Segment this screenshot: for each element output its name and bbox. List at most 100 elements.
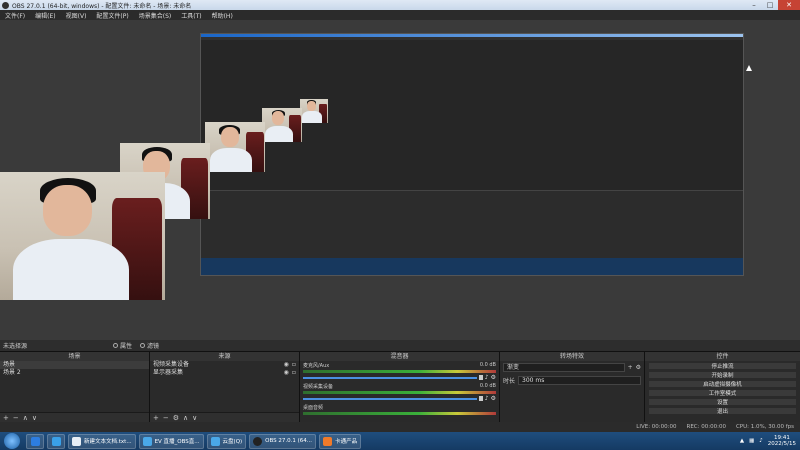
eye-icon[interactable]: ◉: [284, 370, 289, 376]
maximize-icon[interactable]: □: [762, 0, 778, 10]
network-icon[interactable]: ▦: [749, 438, 754, 444]
taskbar-item[interactable]: OBS 27.0.1 (64...: [249, 433, 317, 449]
studio-mode-button[interactable]: 工作室模式: [648, 389, 797, 397]
duration-input[interactable]: 300 ms: [518, 376, 641, 385]
window-title: OBS 27.0.1 (64-bit, windows) - 配置文件: 未命名…: [12, 2, 192, 10]
move-up-icon[interactable]: ∧: [183, 414, 188, 422]
menu-scene-collection[interactable]: 场景集合(S): [134, 11, 177, 20]
remove-icon[interactable]: −: [13, 414, 19, 422]
rec-timer: REC: 00:00:00: [686, 424, 726, 430]
scenes-dock-title: 场景: [0, 352, 149, 361]
mixer-track: 视频采集设备 0.0 dB ♪ ⚙: [303, 383, 496, 402]
speaker-icon[interactable]: ♪: [485, 395, 489, 402]
taskbar-pinned-app[interactable]: [47, 433, 65, 449]
move-down-icon[interactable]: ∨: [192, 414, 197, 422]
slider-handle[interactable]: [478, 375, 483, 380]
source-toolbar: 未选择源 属性 滤镜: [0, 340, 800, 352]
lock-icon[interactable]: ▫: [292, 362, 296, 368]
mouse-cursor-icon: [746, 65, 752, 71]
window-controls: – □ ✕: [746, 0, 800, 10]
filters-button[interactable]: 滤镜: [140, 341, 159, 350]
transitions-dock: 转场特效 渐变 + ⚙ 时长 300 ms: [500, 352, 645, 422]
move-up-icon[interactable]: ∧: [23, 414, 28, 422]
scene-item[interactable]: 场景: [0, 361, 149, 369]
exit-button[interactable]: 退出: [648, 407, 797, 415]
menu-edit[interactable]: 编辑(E): [30, 11, 60, 20]
close-icon[interactable]: ✕: [778, 0, 800, 10]
preview-canvas[interactable]: [0, 20, 800, 340]
tray-arrow-icon[interactable]: ▲: [740, 438, 744, 444]
start-button[interactable]: [4, 433, 20, 449]
menu-profile[interactable]: 配置文件(P): [91, 11, 133, 20]
menu-tools[interactable]: 工具(T): [176, 11, 206, 20]
volume-meter: [303, 412, 496, 415]
taskbar-item[interactable]: 新建文本文档.txt...: [68, 433, 136, 449]
taskbar-item[interactable]: EV 直播_OBS直...: [138, 433, 204, 449]
source-item[interactable]: 显示器采集 ◉ ▫: [150, 369, 299, 377]
volume-icon[interactable]: ♪: [759, 438, 763, 444]
add-icon[interactable]: +: [628, 364, 633, 371]
webcam-person: [0, 172, 165, 300]
menu-file[interactable]: 文件(F): [0, 11, 30, 20]
controls-dock: 控件 停止推流 开始录制 启动虚拟摄像机 工作室模式 设置 退出: [645, 352, 800, 422]
volume-meter: [303, 391, 496, 394]
gear-icon[interactable]: ⚙: [491, 395, 496, 402]
cloud-icon: [210, 436, 220, 446]
controls-dock-title: 控件: [645, 352, 800, 361]
gear-icon[interactable]: ⚙: [173, 414, 179, 422]
source-item[interactable]: 视频采集设备 ◉ ▫: [150, 361, 299, 369]
add-icon[interactable]: +: [153, 414, 159, 422]
scenes-dock: 场景 场景 场景 2 + − ∧ ∨: [0, 352, 150, 422]
menu-bar: 文件(F) 编辑(E) 视图(V) 配置文件(P) 场景集合(S) 工具(T) …: [0, 10, 800, 20]
menu-view[interactable]: 视图(V): [61, 11, 92, 20]
mixer-dock-title: 混音器: [300, 352, 499, 361]
duration-label: 时长: [503, 378, 516, 385]
volume-meter: [303, 370, 496, 373]
transition-select[interactable]: 渐变: [503, 363, 625, 372]
no-source-label: 未选择源: [3, 343, 28, 350]
lock-icon[interactable]: ▫: [292, 370, 296, 376]
notepad-icon: [72, 436, 81, 446]
eye-icon[interactable]: ◉: [284, 362, 289, 368]
status-bar: LIVE: 00:00:00 REC: 00:00:00 CPU: 1.0%, …: [0, 422, 800, 432]
move-down-icon[interactable]: ∨: [32, 414, 37, 422]
gear-icon[interactable]: ⚙: [636, 364, 641, 371]
properties-button[interactable]: 属性: [113, 341, 132, 350]
taskbar-pinned-app[interactable]: [26, 433, 44, 449]
speaker-icon[interactable]: ♪: [485, 374, 489, 381]
live-timer: LIVE: 00:00:00: [636, 424, 677, 430]
mixer-track: 桌面音频: [300, 403, 499, 416]
settings-button[interactable]: 设置: [648, 398, 797, 406]
product-icon: [323, 436, 333, 446]
add-icon[interactable]: +: [3, 414, 9, 422]
obs-icon: [253, 436, 263, 446]
clock[interactable]: 19:41 2022/5/15: [768, 435, 796, 447]
taskbar-item[interactable]: 卡通产品: [319, 433, 362, 449]
volume-slider[interactable]: [303, 397, 477, 400]
scenes-toolbar: + − ∧ ∨: [0, 412, 149, 422]
gear-icon[interactable]: ⚙: [491, 374, 496, 381]
menu-help[interactable]: 帮助(H): [207, 11, 238, 20]
remove-icon[interactable]: −: [163, 414, 169, 422]
filter-icon: [140, 343, 146, 348]
gear-icon: [113, 343, 118, 348]
mixer-dock: 混音器 麦克风/Aux 0.0 dB ♪ ⚙ 视频采集设备 0.0 dB ♪ ⚙ 桌面音…: [300, 352, 500, 422]
mixer-track: 麦克风/Aux 0.0 dB ♪ ⚙: [303, 362, 496, 381]
start-recording-button[interactable]: 开始录制: [648, 371, 797, 379]
virtual-camera-button[interactable]: 启动虚拟摄像机: [648, 380, 797, 388]
minimize-icon[interactable]: –: [746, 0, 762, 10]
stop-streaming-button[interactable]: 停止推流: [648, 362, 797, 370]
obs-app-icon: [2, 1, 9, 9]
cloud-icon: [142, 436, 152, 446]
slider-handle[interactable]: [478, 396, 483, 401]
sources-toolbar: + − ⚙ ∧ ∨: [150, 412, 299, 422]
webcam-person: [300, 99, 328, 123]
volume-slider[interactable]: [303, 376, 477, 379]
sources-dock-title: 来源: [150, 352, 299, 361]
sources-dock: 来源 视频采集设备 ◉ ▫ 显示器采集 ◉ ▫ + − ⚙ ∧ ∨: [150, 352, 300, 422]
scene-item[interactable]: 场景 2: [0, 369, 149, 377]
cpu-status: CPU: 1.0%, 30.00 fps: [735, 424, 794, 430]
taskbar-item[interactable]: 云盘(Q): [206, 433, 247, 449]
windows-taskbar: 新建文本文档.txt... EV 直播_OBS直... 云盘(Q) OBS 27…: [0, 432, 800, 450]
mirror-frame: [200, 32, 744, 276]
